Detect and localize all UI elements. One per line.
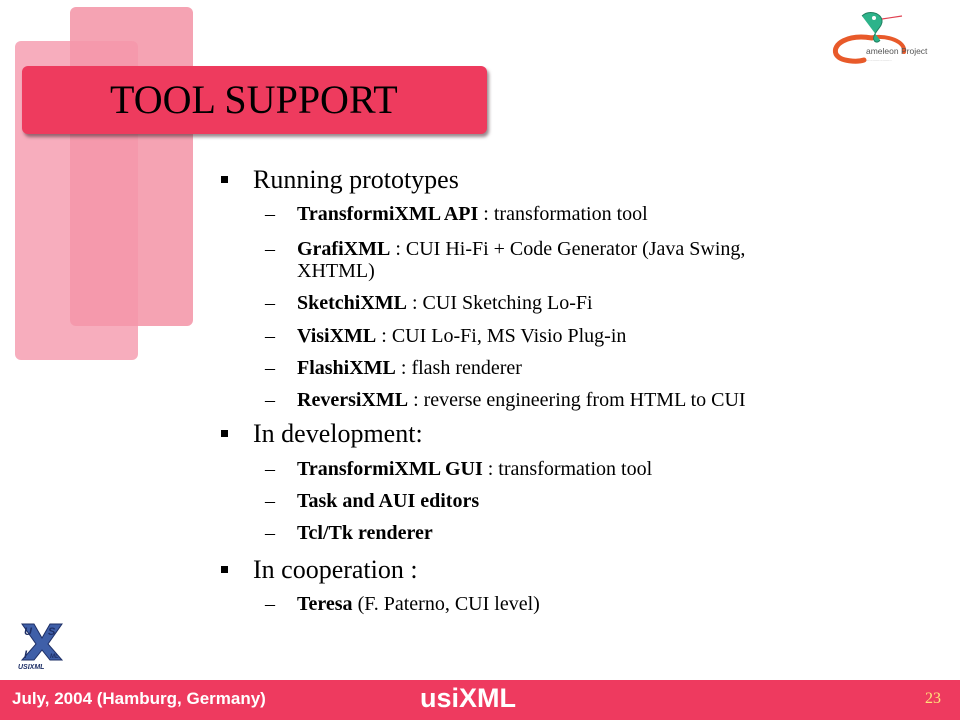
- dash-bullet-icon: –: [265, 490, 275, 512]
- section-heading: In development:: [221, 419, 423, 449]
- list-item: – TransformiXML GUI : transformation too…: [265, 458, 653, 480]
- footer-brand: usiXML: [420, 683, 517, 713]
- dash-bullet-icon: –: [265, 292, 275, 314]
- list-item: – VisiXML : CUI Lo-Fi, MS Visio Plug-in: [265, 325, 627, 347]
- section-heading: In cooperation :: [221, 555, 418, 585]
- dash-bullet-icon: –: [265, 389, 275, 411]
- dash-bullet-icon: –: [265, 357, 275, 379]
- list-item: – Task and AUI editors: [265, 490, 480, 512]
- list-item-continuation: XHTML): [297, 260, 375, 282]
- svg-text:USIXML: USIXML: [18, 664, 44, 670]
- cameleon-project-logo-icon: ameleon Project .......................: [832, 12, 928, 64]
- dash-bullet-icon: –: [265, 593, 275, 615]
- dash-bullet-icon: –: [265, 522, 275, 544]
- list-item: – ReversiXML : reverse engineering from …: [265, 389, 746, 411]
- list-item: – GrafiXML : CUI Hi-Fi + Code Generator …: [265, 238, 746, 260]
- dash-bullet-icon: –: [265, 238, 275, 260]
- svg-text:S: S: [48, 626, 56, 638]
- dash-bullet-icon: –: [265, 325, 275, 347]
- svg-text:ML: ML: [50, 654, 59, 660]
- list-item: – Teresa (F. Paterno, CUI level): [265, 593, 540, 615]
- square-bullet-icon: [221, 566, 228, 573]
- list-item: – Tcl/Tk renderer: [265, 522, 433, 544]
- svg-text:.......................: .......................: [866, 57, 892, 62]
- dash-bullet-icon: –: [265, 203, 275, 225]
- square-bullet-icon: [221, 176, 228, 183]
- page-number: 23: [925, 690, 941, 707]
- svg-text:U: U: [24, 626, 33, 638]
- square-bullet-icon: [221, 430, 228, 437]
- slide-title: TOOL SUPPORT: [110, 77, 398, 122]
- list-item: – TransformiXML API : transformation too…: [265, 203, 648, 225]
- dash-bullet-icon: –: [265, 458, 275, 480]
- section-heading: Running prototypes: [221, 165, 459, 195]
- footer-bar: July, 2004 (Hamburg, Germany) usiXML 23: [0, 680, 960, 720]
- list-item: – SketchiXML : CUI Sketching Lo-Fi: [265, 292, 593, 314]
- footer-date-location: July, 2004 (Hamburg, Germany): [12, 689, 266, 708]
- list-item: – FlashiXML : flash renderer: [265, 357, 522, 379]
- svg-text:ameleon Project: ameleon Project: [866, 46, 928, 56]
- usixml-logo-icon: U S I ML USIXML: [18, 623, 64, 670]
